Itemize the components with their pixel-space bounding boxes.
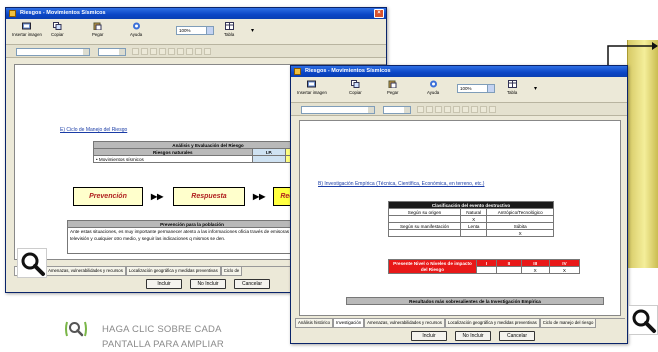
tab-ciclo-manejo[interactable]: Ciclo de manejo del riesgo	[539, 319, 597, 328]
right-button-row: Incluir No Incluir Cancelar	[411, 331, 535, 341]
tab-amenazas[interactable]: Amenazas, vulnerabilidades y recursos	[364, 319, 445, 328]
format-buttons[interactable]	[132, 48, 211, 56]
table-icon	[507, 80, 517, 88]
left-toolbar: Insertar imagen Copiar Pegar Ayuda 100% …	[6, 19, 386, 45]
copy-button[interactable]: Copiar	[51, 22, 64, 37]
include-button[interactable]: Incluir	[411, 331, 447, 341]
app-icon	[9, 10, 16, 17]
right-document[interactable]: B) Investigación Empírica (Técnica, Cien…	[299, 120, 621, 316]
cancel-button[interactable]: Cancelar	[234, 279, 270, 289]
table-button[interactable]: Tabla	[507, 80, 517, 95]
insert-image-icon	[22, 22, 32, 30]
analysis-table: Análisis y Evaluación del Riesgo Riesgos…	[93, 141, 323, 163]
right-toolbar: Insertar imagen Copiar Pegar Ayuda 100% …	[291, 77, 627, 103]
section-link[interactable]: B) Investigación Empírica (Técnica, Cien…	[318, 181, 484, 187]
help-button[interactable]: Ayuda	[427, 80, 439, 95]
left-button-row: Incluir No Incluir Cancelar	[146, 279, 270, 289]
copy-icon	[52, 22, 62, 30]
magnifier-icon	[632, 309, 656, 333]
right-window-titlebar: Riesgos - Movimientos Sísmicos	[291, 66, 627, 77]
include-button[interactable]: Incluir	[146, 279, 182, 289]
tab-amenazas[interactable]: Amenazas, vulnerabilidades y recursos	[45, 267, 126, 276]
hint-line-1: HAGA CLIC SOBRE CADA	[102, 324, 222, 335]
table-dropdown-icon[interactable]: ▾	[534, 85, 537, 92]
right-format-bar	[291, 103, 627, 116]
font-combo[interactable]	[301, 106, 375, 114]
tab-localizacion[interactable]: Localización geográfica y medidas preven…	[125, 267, 221, 276]
cancel-button[interactable]: Cancelar	[499, 331, 535, 341]
left-zoom-button[interactable]	[17, 248, 47, 278]
prevention-table: Prevención para la población Ante estas …	[67, 220, 317, 254]
paste-button[interactable]: Pegar	[387, 80, 398, 95]
tab-localizacion[interactable]: Localización geográfica y medidas preven…	[444, 319, 540, 328]
right-zoom-button[interactable]	[628, 305, 658, 335]
table-icon	[224, 22, 234, 30]
left-close-button[interactable]: ×	[374, 9, 384, 18]
flow-arrow-2: ▶▶	[253, 192, 266, 201]
app-icon	[294, 68, 301, 75]
size-combo[interactable]	[98, 48, 126, 56]
classification-table: Clasificación del evento destructivo Seg…	[388, 201, 554, 237]
flow-prevention: Prevención	[73, 187, 143, 206]
size-combo[interactable]	[383, 106, 411, 114]
chevron-down-icon[interactable]	[487, 85, 494, 92]
left-window-titlebar: Riesgos - Movimientos Sísmicos ×	[6, 8, 386, 19]
right-tab-strip: Análisis histórico Investigación Amenaza…	[295, 318, 625, 328]
right-window-title: Riesgos - Movimientos Sísmicos	[305, 68, 391, 74]
flow-response: Respuesta	[173, 187, 245, 206]
insert-image-icon	[307, 80, 317, 88]
insert-image-button[interactable]: Insertar imagen	[12, 22, 42, 37]
paste-icon	[388, 80, 397, 88]
not-include-button[interactable]: No Incluir	[455, 331, 491, 341]
enlarge-hint: HAGA CLIC SOBRE CADA PANTALLA PARA AMPLI…	[102, 322, 224, 352]
left-window-title: Riesgos - Movimientos Sísmicos	[20, 10, 106, 16]
zoom-select[interactable]: 100%	[457, 84, 495, 93]
chevron-down-icon[interactable]	[206, 27, 213, 34]
table-button[interactable]: Tabla	[224, 22, 234, 37]
insert-image-button[interactable]: Insertar imagen	[297, 80, 327, 95]
tab-investigacion[interactable]: Investigación	[333, 319, 365, 328]
help-icon	[132, 22, 140, 30]
help-icon	[429, 80, 437, 88]
not-include-button[interactable]: No Incluir	[190, 279, 226, 289]
format-buttons[interactable]	[417, 106, 496, 114]
paste-button[interactable]: Pegar	[92, 22, 103, 37]
help-button[interactable]: Ayuda	[130, 22, 142, 37]
tab-ciclo[interactable]: Ciclo de	[220, 267, 243, 276]
right-screenshot-window[interactable]: Riesgos - Movimientos Sísmicos Insertar …	[290, 65, 628, 344]
zoom-select[interactable]: 100%	[176, 26, 214, 35]
tab-analisis-historico[interactable]: Análisis histórico	[295, 319, 334, 328]
copy-button[interactable]: Copiar	[349, 80, 362, 95]
flow-arrow-1: ▶▶	[151, 192, 164, 201]
magnifier-hint-icon	[65, 321, 87, 337]
paste-icon	[93, 22, 102, 30]
table-dropdown-icon[interactable]: ▾	[251, 27, 254, 34]
magnifier-icon	[21, 252, 45, 276]
risk-levels-table: Presente Nivel o Niveles de impacto del …	[388, 259, 581, 274]
left-format-bar	[6, 45, 386, 58]
section-link[interactable]: E) Ciclo de Manejo del Riesgo	[60, 127, 127, 133]
results-table: Resultados más sobresalientes de la Inve…	[346, 297, 604, 305]
font-combo[interactable]	[16, 48, 90, 56]
copy-icon	[350, 80, 360, 88]
